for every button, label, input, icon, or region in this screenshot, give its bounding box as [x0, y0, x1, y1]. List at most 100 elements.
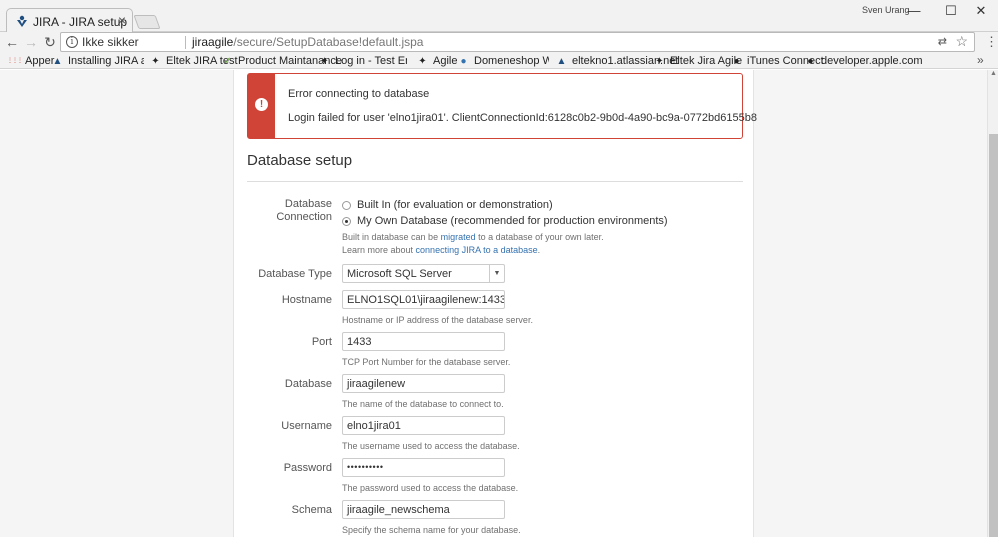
- jira-icon: ✦: [655, 55, 664, 67]
- translate-icon[interactable]: ⇄: [938, 35, 947, 48]
- database-desc: The name of the database to connect to.: [342, 399, 504, 409]
- atlassian-icon: ▲: [556, 55, 567, 67]
- error-message: ! Error connecting to database Login fai…: [247, 73, 757, 139]
- address-bar[interactable]: i Ikke sikker jiraagile/secure/SetupData…: [60, 32, 975, 52]
- connection-label-line2: Connection: [276, 211, 332, 223]
- forward-button[interactable]: →: [22, 34, 40, 51]
- hostname-label: Hostname: [281, 294, 332, 306]
- password-input[interactable]: ••••••••••: [342, 458, 505, 477]
- browser-titlebar: JIRA - JIRA setup × Sven Urang — ☐ ✕: [0, 0, 998, 33]
- bookmark-item[interactable]: ✦ Agile: [417, 54, 457, 68]
- back-button[interactable]: ←: [3, 34, 21, 51]
- tab-close-icon[interactable]: ×: [118, 12, 126, 28]
- radio-builtin-control[interactable]: [342, 200, 351, 210]
- username-label: Username: [281, 420, 332, 432]
- username-input[interactable]: elno1jira01: [342, 416, 505, 435]
- connection-label: Database Connection: [234, 198, 332, 224]
- chevron-down-icon[interactable]: ▼: [489, 265, 504, 282]
- check-icon: ✓: [223, 55, 232, 67]
- password-label: Password: [283, 462, 332, 474]
- radio-own-database-control[interactable]: [342, 216, 351, 226]
- jira-favicon-icon: [17, 15, 27, 27]
- connection-label-line1: Database: [284, 198, 332, 210]
- url-path: /secure/SetupDatabase!default.jspa: [233, 35, 424, 49]
- connection-desc-2: Learn more about connecting JIRA to a da…: [342, 245, 540, 255]
- db-type-value: Microsoft SQL Server: [347, 268, 452, 280]
- apple-icon: ●: [733, 55, 740, 67]
- schema-desc: Specify the schema name for your databas…: [342, 525, 521, 535]
- error-detail: Login failed for user 'elno1jira01'. Cli…: [288, 112, 757, 124]
- desc-text: Learn more about: [342, 245, 416, 255]
- url-text[interactable]: jiraagile/secure/SetupDatabase!default.j…: [192, 35, 423, 49]
- minimize-button[interactable]: —: [900, 2, 928, 20]
- bookmark-label: Domeneshop Webm: [474, 55, 549, 67]
- page-title: Database setup: [247, 152, 353, 169]
- error-title: Error connecting to database: [288, 88, 430, 100]
- bookmark-item[interactable]: ● developer.apple.com: [805, 54, 923, 68]
- db-type-select[interactable]: Microsoft SQL Server ▼: [342, 264, 505, 283]
- url-host: jiraagile: [192, 35, 234, 49]
- password-desc: The password used to access the database…: [342, 483, 519, 493]
- jira-icon: ✦: [151, 55, 160, 67]
- info-icon[interactable]: i: [66, 36, 78, 48]
- schema-input[interactable]: jiraagile_newschema: [342, 500, 505, 519]
- apple-icon: ●: [807, 55, 814, 67]
- bookmark-star-icon[interactable]: ☆: [955, 33, 968, 50]
- bookmark-label: Log in - Test Engineer: [335, 55, 407, 67]
- setup-panel: ! Error connecting to database Login fai…: [233, 70, 757, 537]
- desc-text: to a database of your own later.: [475, 232, 604, 242]
- port-label: Port: [311, 336, 332, 348]
- tab-title: JIRA - JIRA setup: [33, 15, 128, 29]
- close-window-button[interactable]: ✕: [967, 2, 995, 20]
- browser-menu-icon[interactable]: ⋮: [985, 35, 998, 49]
- bookmark-item[interactable]: ⋮⋮⋮ Apper: [7, 54, 54, 68]
- page-scrollbar[interactable]: ▲: [987, 70, 998, 537]
- database-input[interactable]: jiraagilenew: [342, 374, 505, 393]
- hostname-input[interactable]: ELNO1SQL01\jiraagilenew:1433;databa: [342, 290, 505, 309]
- schema-label: Schema: [291, 504, 332, 516]
- radio-builtin[interactable]: Built In (for evaluation or demonstratio…: [342, 199, 553, 211]
- radio-builtin-label[interactable]: Built In (for evaluation or demonstratio…: [357, 199, 553, 211]
- database-label: Database: [284, 378, 332, 390]
- connection-desc-1: Built in database can be migrated to a d…: [342, 232, 604, 242]
- omnibox-divider: [185, 36, 186, 49]
- reload-button[interactable]: ↻: [41, 34, 59, 51]
- migrated-link[interactable]: migrated: [441, 232, 476, 242]
- bookmark-item[interactable]: ● Domeneshop Webm: [458, 54, 549, 68]
- bookmarks-bar: ⋮⋮⋮Apper ▲ Installing JIRA applica ✦Eltek…: [0, 53, 998, 69]
- bookmark-label: Agile: [433, 55, 458, 67]
- bookmark-item[interactable]: ✦ Log in - Test Engineer: [319, 54, 407, 68]
- error-stripe: !: [248, 74, 275, 138]
- port-input[interactable]: 1433: [342, 332, 505, 351]
- desc-text: .: [537, 245, 541, 255]
- new-tab-button[interactable]: [133, 15, 161, 29]
- page-viewport: ! Error connecting to database Login fai…: [0, 70, 987, 537]
- maximize-button[interactable]: ☐: [937, 2, 965, 20]
- browser-toolbar: ← → ↻ i Ikke sikker jiraagile/secure/Set…: [0, 32, 998, 53]
- security-label[interactable]: Ikke sikker: [82, 35, 139, 49]
- bookmark-item[interactable]: ✦ Eltek Jira Agile: [654, 54, 742, 68]
- scroll-up-arrow-icon[interactable]: ▲: [990, 70, 997, 77]
- radio-own-database[interactable]: My Own Database (recommended for product…: [342, 215, 668, 227]
- bookmark-label: Apper: [25, 55, 55, 67]
- browser-tab[interactable]: JIRA - JIRA setup ×: [6, 8, 133, 33]
- scroll-thumb[interactable]: [989, 134, 998, 537]
- error-icon: !: [255, 98, 268, 111]
- divider: [247, 181, 743, 182]
- apps-grid-icon: ⋮⋮⋮: [7, 57, 23, 64]
- port-desc: TCP Port Number for the database server.: [342, 357, 511, 367]
- domeneshop-icon: ●: [460, 55, 467, 67]
- desc-text: Built in database can be: [342, 232, 441, 242]
- hostname-desc: Hostname or IP address of the database s…: [342, 315, 533, 325]
- more-bookmarks-icon[interactable]: »: [977, 53, 984, 67]
- jira-icon: ✦: [418, 55, 427, 67]
- db-type-label: Database Type: [258, 268, 332, 280]
- atlassian-icon: ▲: [52, 55, 63, 67]
- bookmark-item[interactable]: ▲ Installing JIRA applica: [52, 54, 144, 68]
- connecting-jira-link[interactable]: connecting JIRA to a database: [416, 245, 538, 255]
- jira-icon: ✦: [320, 55, 329, 67]
- username-desc: The username used to access the database…: [342, 441, 520, 451]
- bookmark-label: Installing JIRA applica: [68, 55, 144, 67]
- radio-own-database-label[interactable]: My Own Database (recommended for product…: [357, 215, 668, 227]
- bookmark-label: developer.apple.com: [821, 55, 923, 67]
